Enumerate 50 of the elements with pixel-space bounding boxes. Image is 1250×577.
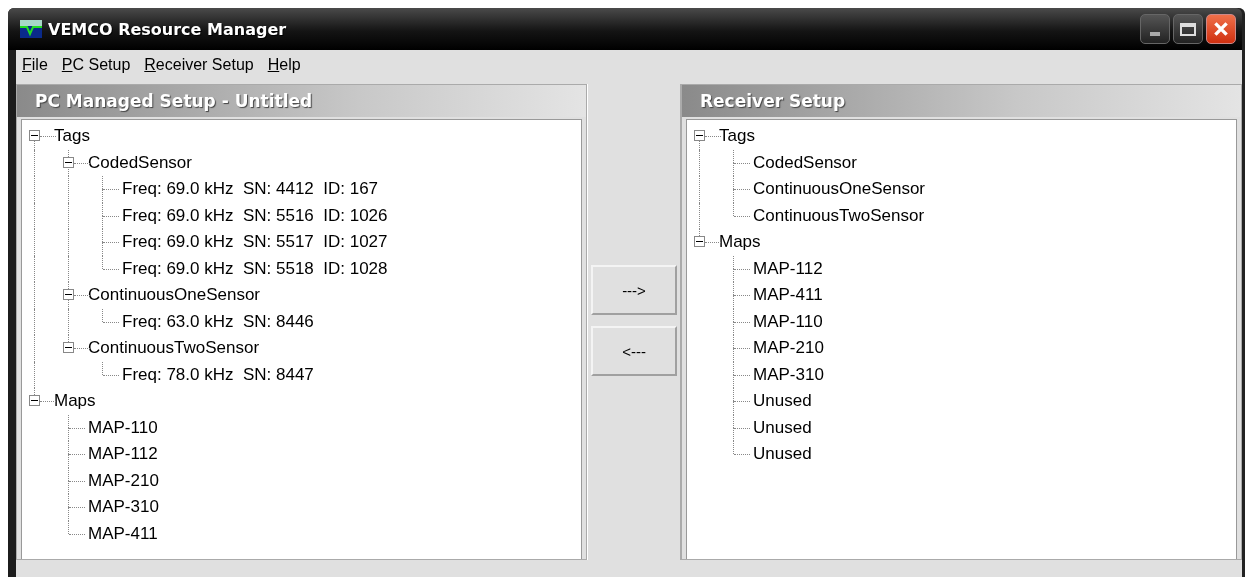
tree-item[interactable]: Unused bbox=[753, 441, 812, 468]
tree-item[interactable]: MAP-112 bbox=[753, 255, 823, 282]
close-icon bbox=[1212, 20, 1230, 38]
tree-item[interactable]: Freq: 78.0 kHz SN: 8447 bbox=[122, 361, 314, 388]
tree-item[interactable]: CodedSensor bbox=[753, 149, 857, 176]
tree-item[interactable]: Tags bbox=[719, 123, 755, 150]
tree-item[interactable]: Maps bbox=[719, 229, 761, 256]
tree-item[interactable]: Freq: 69.0 kHz SN: 5516 ID: 1026 bbox=[122, 202, 388, 229]
collapse-icon[interactable] bbox=[694, 130, 705, 142]
menu-item[interactable]: Help bbox=[267, 56, 301, 74]
tree-item[interactable]: MAP-110 bbox=[88, 414, 158, 441]
collapse-icon[interactable] bbox=[29, 395, 40, 407]
tree-item[interactable]: Unused bbox=[753, 414, 812, 441]
window-title: VEMCO Resource Manager bbox=[48, 19, 287, 39]
panel-header: PC Managed Setup - Untitled bbox=[17, 85, 586, 117]
tree-item[interactable]: MAP-310 bbox=[88, 494, 159, 521]
tree-item[interactable]: MAP-310 bbox=[753, 361, 824, 388]
menu-item[interactable]: File bbox=[22, 56, 48, 74]
panel-header: Receiver Setup bbox=[682, 85, 1241, 117]
menu-item[interactable]: PC Setup bbox=[61, 56, 131, 74]
move-right-button[interactable]: ---> bbox=[591, 265, 677, 315]
menu-item[interactable]: Receiver Setup bbox=[144, 56, 254, 74]
tree-item[interactable]: CodedSensor bbox=[88, 149, 192, 176]
collapse-icon[interactable] bbox=[694, 236, 705, 248]
close-button[interactable] bbox=[1206, 14, 1236, 44]
app-logo-icon bbox=[20, 20, 42, 38]
collapse-icon[interactable] bbox=[29, 130, 40, 142]
move-left-button[interactable]: <--- bbox=[591, 326, 677, 376]
tree-item[interactable]: Tags bbox=[54, 123, 90, 150]
collapse-icon[interactable] bbox=[63, 156, 74, 168]
tree-item[interactable]: Maps bbox=[54, 388, 96, 415]
tree-item[interactable]: MAP-411 bbox=[753, 282, 823, 309]
tree-item[interactable]: MAP-210 bbox=[753, 335, 824, 362]
tree-item[interactable]: ContinuousTwoSensor bbox=[753, 202, 925, 229]
minimize-button[interactable] bbox=[1140, 14, 1170, 44]
tree-item[interactable]: Freq: 63.0 kHz SN: 8446 bbox=[122, 308, 314, 335]
collapse-icon[interactable] bbox=[63, 342, 74, 354]
tree-item[interactable]: Freq: 69.0 kHz SN: 5517 ID: 1027 bbox=[122, 229, 388, 256]
tree-item[interactable]: MAP-411 bbox=[88, 520, 158, 547]
tree-item[interactable]: ContinuousOneSensor bbox=[753, 176, 925, 203]
tree-item[interactable]: ContinuousOneSensor bbox=[88, 282, 260, 309]
tree-item[interactable]: Freq: 69.0 kHz SN: 4412 ID: 167 bbox=[122, 176, 379, 203]
tree-item[interactable]: Freq: 69.0 kHz SN: 5518 ID: 1028 bbox=[122, 255, 388, 282]
tree-item[interactable]: MAP-112 bbox=[88, 441, 158, 468]
collapse-icon[interactable] bbox=[63, 289, 74, 301]
tree-item[interactable]: ContinuousTwoSensor bbox=[88, 335, 260, 362]
tree-item[interactable]: MAP-210 bbox=[88, 467, 159, 494]
tree-item[interactable]: Unused bbox=[753, 388, 812, 415]
maximize-button[interactable] bbox=[1173, 14, 1203, 44]
tree-item[interactable]: MAP-110 bbox=[753, 308, 823, 335]
